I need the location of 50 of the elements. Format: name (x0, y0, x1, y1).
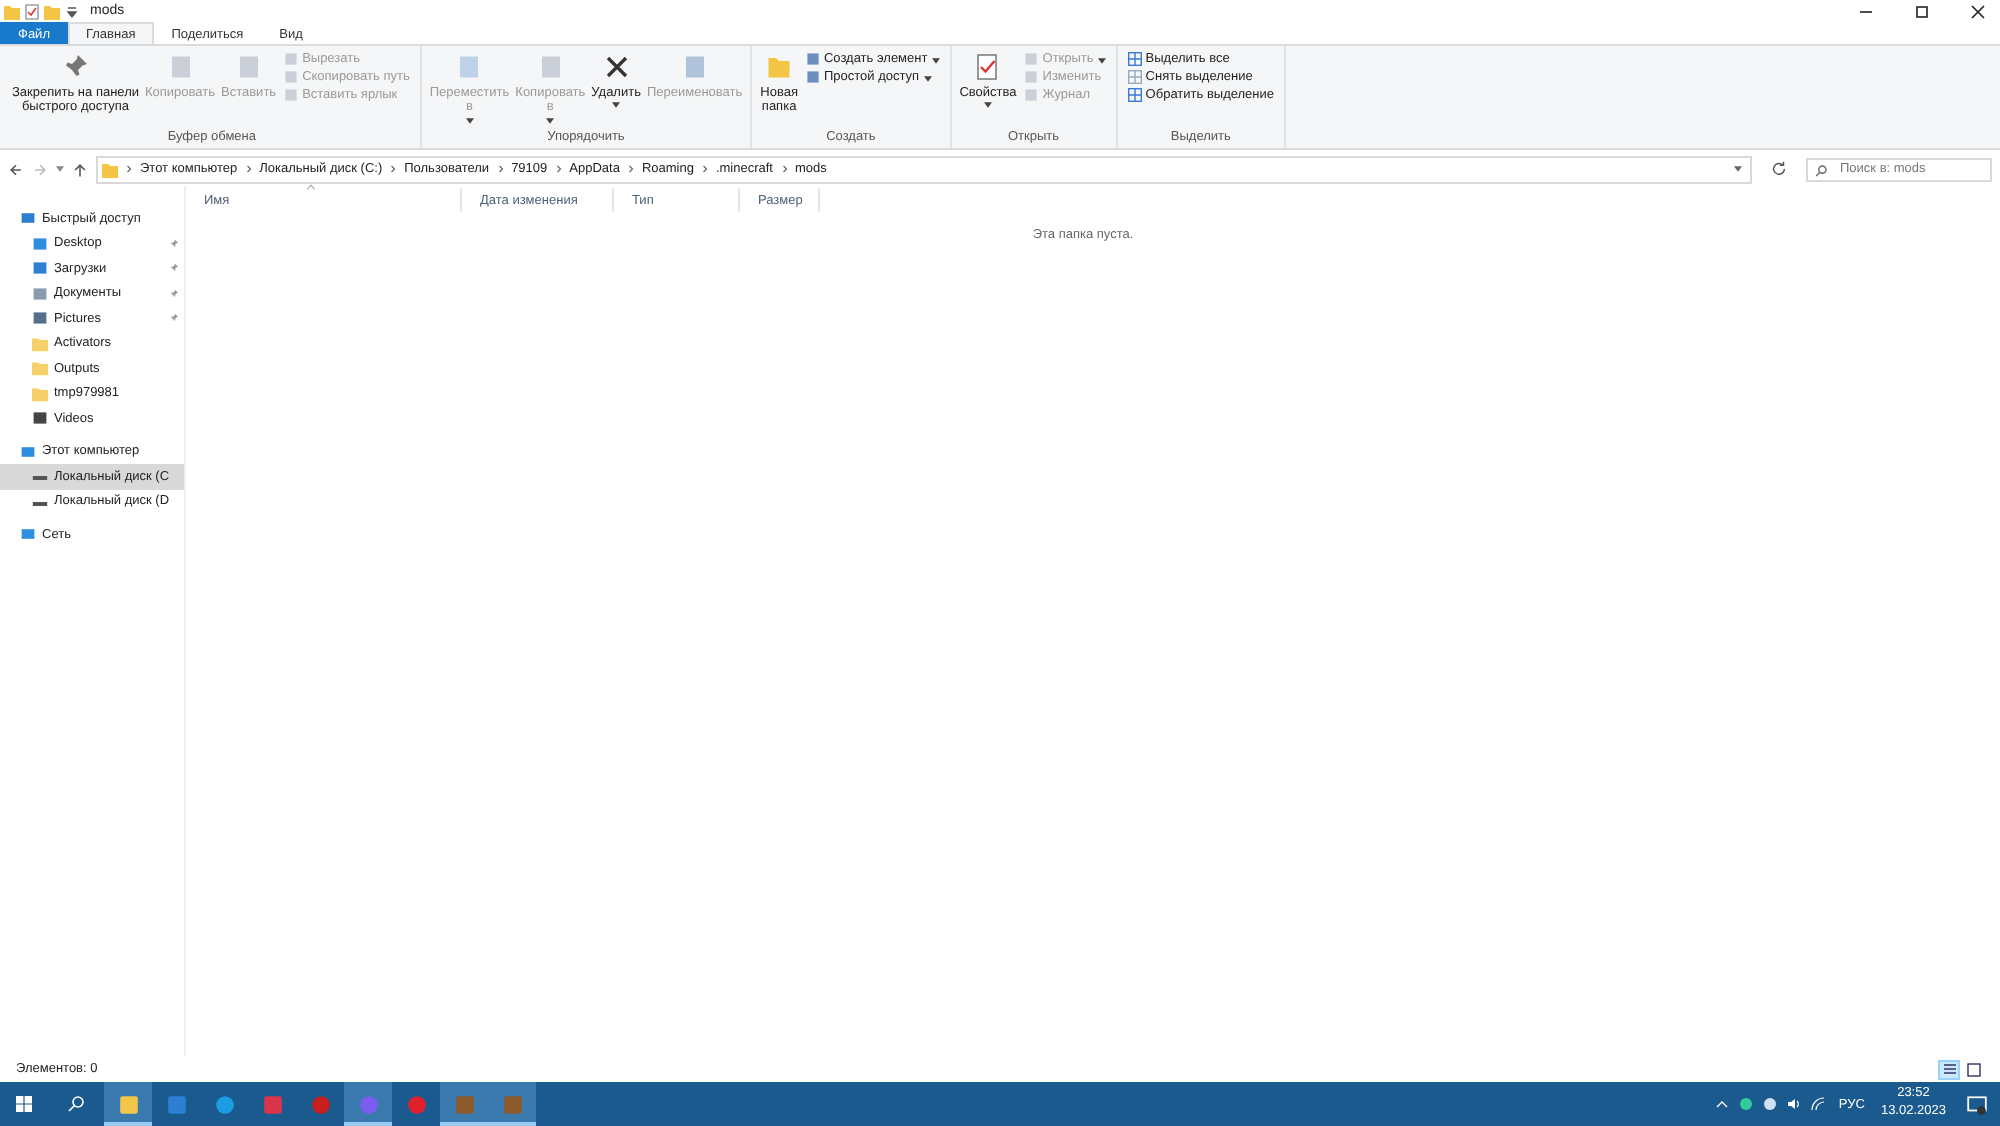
up-arrow-icon[interactable] (72, 161, 88, 177)
pin-icon[interactable] (170, 239, 178, 248)
caret-icon[interactable] (1734, 166, 1742, 172)
pin-icon (60, 52, 91, 82)
speaker-icon[interactable] (1786, 1096, 1803, 1112)
pin-icon[interactable] (170, 289, 178, 298)
caret-icon (923, 75, 932, 81)
caret-icon (1097, 57, 1106, 63)
chevron-icon[interactable] (245, 164, 252, 174)
taskbar-app[interactable] (488, 1082, 536, 1126)
chevron-icon[interactable] (497, 164, 504, 174)
chevron-icon[interactable] (126, 164, 132, 174)
app-icon (261, 1093, 283, 1115)
app-icon (309, 1093, 331, 1115)
search-icon[interactable] (66, 1094, 86, 1114)
tiles-view-icon (1965, 1061, 1981, 1077)
caret-icon (546, 117, 555, 124)
maximize-icon[interactable] (1912, 1, 1932, 21)
properties-icon[interactable] (24, 3, 40, 19)
chevron-icon[interactable] (701, 164, 708, 174)
chevron-icon[interactable] (390, 164, 397, 174)
pin-icon[interactable] (170, 264, 178, 273)
close-icon[interactable] (1968, 1, 1988, 21)
invert-icon (1127, 88, 1142, 102)
chevron-icon[interactable] (627, 164, 634, 174)
pin-icon[interactable] (170, 314, 178, 323)
taskbar-app[interactable] (104, 1082, 152, 1126)
chevron-icon[interactable] (555, 164, 562, 174)
refresh-icon[interactable] (1770, 160, 1788, 178)
caret-icon[interactable] (64, 3, 80, 19)
tiles-view-button[interactable] (1962, 1059, 1984, 1079)
caret-icon (931, 57, 940, 63)
taskbar-app[interactable] (344, 1082, 392, 1126)
notification-icon[interactable] (1966, 1093, 1988, 1115)
caret-icon[interactable] (56, 166, 64, 172)
windows-logo-icon[interactable] (14, 1094, 34, 1114)
caret-icon (465, 117, 474, 124)
back-arrow-icon[interactable] (8, 161, 24, 177)
caret-icon (983, 102, 992, 109)
list-view-icon (1941, 1061, 1957, 1077)
chevron-icon[interactable] (781, 164, 787, 174)
details-view-button[interactable] (1938, 1059, 1960, 1079)
caret-icon (612, 102, 621, 109)
taskbar-app[interactable] (440, 1082, 488, 1126)
selectall-icon (1127, 52, 1142, 66)
chevron-up-icon[interactable] (1714, 1096, 1731, 1112)
search-icon (1814, 163, 1828, 177)
properties-icon (972, 52, 1003, 82)
delete-icon (601, 52, 632, 82)
selectnone-icon (1127, 70, 1142, 84)
